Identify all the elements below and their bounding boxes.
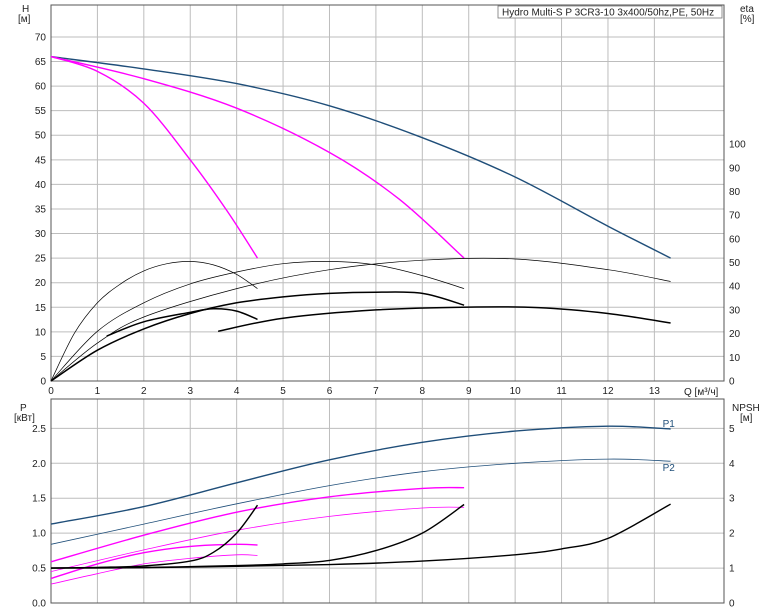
y-tick-label: 15: [35, 303, 47, 314]
y-tick-label: 70: [35, 32, 47, 43]
eta-curve-4: [50, 261, 465, 382]
series-label-P2: P2: [663, 463, 676, 474]
y2-tick-label: 70: [729, 211, 741, 222]
y-tick-label: 0: [40, 377, 46, 388]
npsh-tick-label: 1: [729, 564, 735, 575]
bottom-plot-frame: [50, 398, 725, 604]
y-tick-label: 10: [35, 327, 47, 338]
top-grid: [50, 5, 724, 381]
x-axis-label: Q [м³/ч]: [684, 387, 719, 398]
x-tick-label: 12: [602, 386, 614, 397]
y-axis-unit: [м]: [18, 14, 31, 25]
x-tick-label: 11: [556, 386, 567, 397]
y2-tick-label: 60: [729, 234, 741, 245]
y2-tick-label: 30: [729, 305, 741, 316]
y-tick-label: 35: [35, 204, 47, 215]
y2-tick-label: 50: [729, 258, 741, 269]
x-tick-label: 0: [48, 386, 54, 397]
bottom-grid: [50, 399, 724, 603]
y2-tick-label: 100: [729, 140, 746, 151]
power-tick-label: 1.5: [32, 494, 46, 505]
y-tick-label: 60: [35, 82, 47, 93]
x-tick-label: 10: [510, 386, 522, 397]
x-tick-label: 5: [280, 386, 286, 397]
y2-tick-label: 80: [729, 187, 741, 198]
power-tick-label: 0.0: [32, 599, 46, 610]
npsh-tick-label: 2: [729, 529, 735, 540]
x-tick-label: 7: [373, 386, 379, 397]
bottom-series: P1 P2: [50, 419, 676, 585]
npsh-tick-label: 3: [729, 494, 735, 505]
power-tick-label: 2.0: [32, 459, 46, 470]
y-tick-label: 25: [35, 254, 47, 265]
head-curve-1: [50, 55, 465, 259]
y-tick-label: 50: [35, 131, 47, 142]
y2-tick-label: 20: [729, 329, 741, 340]
y-tick-label: 55: [35, 106, 47, 117]
top-tick-labels: 0 1 2 3 4 5 6 7 8 9 10 11 12 130510152025303540455055…: [35, 32, 746, 397]
npsh-tick-label: 4: [729, 459, 735, 470]
power-tick-label: 0.5: [32, 564, 46, 575]
power-axis-unit: [кВт]: [14, 413, 35, 424]
y-tick-label: 65: [35, 57, 47, 68]
x-tick-label: 6: [327, 386, 333, 397]
x-tick-label: 13: [649, 386, 661, 397]
eta-curve-8: [217, 306, 671, 333]
x-tick-label: 4: [234, 386, 240, 397]
y-tick-label: 30: [35, 229, 47, 240]
power-tick-label: 1.0: [32, 529, 46, 540]
y-tick-label: 40: [35, 180, 47, 191]
y-tick-label: 45: [35, 155, 47, 166]
power-curve-5: [50, 554, 258, 585]
npsh-tick-label: 0: [729, 599, 735, 610]
bottom-tick-labels: 0.0 0.5 1.0 1.5 2.0 2.5 0 1 2 3 4 5: [32, 424, 735, 610]
series-label-P1: P1: [663, 419, 676, 430]
eta-curve-5: [50, 261, 258, 382]
y-tick-label: 20: [35, 278, 47, 289]
x-tick-label: 9: [466, 386, 472, 397]
y2-tick-label: 0: [729, 377, 735, 388]
pump-performance-chart: 0 1 2 3 4 5 6 7 8 9 10 11 12 130510152025303540455055…: [14, 4, 760, 610]
y2-tick-label: 40: [729, 282, 741, 293]
x-tick-label: 2: [141, 386, 147, 397]
eta-curve-6: [50, 291, 465, 382]
npsh-curve-7: [50, 503, 465, 569]
npsh-axis-unit: [м]: [740, 413, 753, 424]
x-tick-label: 1: [95, 386, 101, 397]
y2-axis-unit: [%]: [740, 14, 755, 25]
x-tick-label: 3: [187, 386, 193, 397]
y2-tick-label: 10: [729, 353, 741, 364]
x-tick-label: 8: [420, 386, 426, 397]
y2-tick-label: 90: [729, 163, 741, 174]
power-tick-label: 2.5: [32, 424, 46, 435]
power-curve-4: [50, 543, 258, 580]
head-curve-2: [50, 55, 259, 259]
y-tick-label: 5: [40, 352, 46, 363]
chart-title: Hydro Multi-S P 3CR3-10 3x400/50hz,PE, 5…: [502, 8, 714, 19]
npsh-tick-label: 5: [729, 424, 735, 435]
